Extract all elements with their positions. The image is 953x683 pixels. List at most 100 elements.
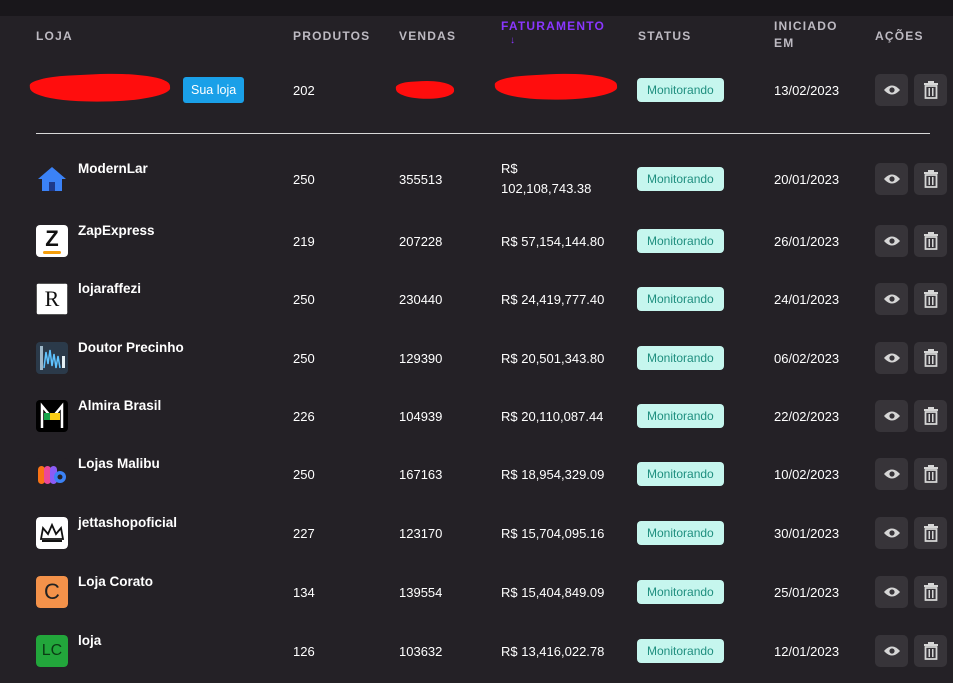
faturamento-cell: R$ 15,704,095.16 [501,511,604,555]
produtos-cell: 126 [293,643,315,659]
header-vendas[interactable]: VENDAS [399,28,456,45]
table-row: C Loja Corato 134 139554 R$ 15,404,849.09 Mon… [0,570,953,614]
delete-button[interactable] [914,225,947,257]
view-button[interactable] [875,517,908,549]
eye-icon [883,587,900,597]
view-button[interactable] [875,458,908,490]
your-store-badge: Sua loja [183,77,245,103]
store-name[interactable]: jettashopoficial [78,515,177,530]
view-button[interactable] [875,635,908,667]
redacted-faturamento [494,70,618,104]
header-faturamento[interactable]: FATURAMENTO ↓ [501,18,605,47]
trash-icon [923,232,938,250]
iniciado-cell: 22/02/2023 [774,408,840,424]
status-cell: Monitorando [637,570,724,614]
view-button[interactable] [875,225,908,257]
store-name[interactable]: lojaraffezi [78,281,141,296]
status-cell: Monitorando [637,452,724,496]
trash-icon [923,465,938,483]
vendas-cell: 207228 [399,233,443,249]
c-logo-text: C [44,579,60,604]
delete-button[interactable] [914,283,947,315]
own-iniciado: 13/02/2023 [774,82,840,98]
faturamento-value: R$ 20,110,087.44 [501,408,604,424]
iniciado-cell: 26/01/2023 [774,233,840,249]
faturamento-cell: R$ 20,110,087.44 [501,394,603,438]
header-loja[interactable]: LOJA [36,28,73,45]
z-logo-text: Z [45,225,59,251]
iniciado-cell: 12/01/2023 [774,643,840,659]
produtos-cell: 227 [293,525,315,541]
status-badge: Monitorando [637,346,724,370]
store-name[interactable]: loja [78,633,101,648]
malibu-logo [36,458,68,490]
store-name[interactable]: Doutor Precinho [78,340,184,355]
store-name[interactable]: Almira Brasil [78,398,161,413]
view-button[interactable] [875,342,908,374]
status-badge: Monitorando [637,462,724,486]
delete-button[interactable] [914,342,947,374]
own-store-row: Sua loja 202 Monitorando 13/02/2023 [0,68,953,112]
produtos-cell: 226 [293,408,315,424]
faturamento-cell: R$ 102,108,743.38 [501,157,591,201]
store-name[interactable]: ModernLar [78,161,148,176]
header-produtos[interactable]: PRODUTOS [293,28,370,45]
header-iniciado[interactable]: INICIADO EM [774,18,838,52]
top-bar [0,0,953,16]
header-status[interactable]: STATUS [638,28,691,45]
view-button[interactable] [875,400,908,432]
table-row: LC loja 126 103632 R$ 13,416,022.78 Monitoran… [0,629,953,673]
eye-icon [883,646,900,656]
divider [36,133,930,134]
header-faturamento-label: FATURAMENTO [501,19,606,33]
view-button[interactable] [875,74,908,106]
own-status-cell: Monitorando [637,68,724,112]
m-logo [36,400,68,432]
iniciado-cell: 20/01/2023 [774,171,840,187]
iniciado-cell: 30/01/2023 [774,525,840,541]
faturamento-cell: R$ 24,419,777.40 [501,277,604,321]
produtos-cell: 250 [293,350,315,366]
view-button[interactable] [875,283,908,315]
vendas-cell: 103632 [399,643,443,659]
r-logo: R [36,283,68,315]
delete-button[interactable] [914,458,947,490]
status-badge: Monitorando [637,167,724,191]
faturamento-cell: R$ 15,404,849.09 [501,570,604,614]
view-button[interactable] [875,576,908,608]
trash-icon [923,407,938,425]
faturamento-cell: R$ 18,954,329.09 [501,452,604,496]
status-cell: Monitorando [637,629,724,673]
delete-button[interactable] [914,517,947,549]
delete-button[interactable] [914,635,947,667]
delete-button[interactable] [914,400,947,432]
trash-icon [923,290,938,308]
delete-button[interactable] [914,74,947,106]
store-name[interactable]: Lojas Malibu [78,456,160,471]
vendas-cell: 167163 [399,466,443,482]
status-cell: Monitorando [637,336,724,380]
r-logo-text: R [44,286,60,311]
table-row: Rlojaraffezi 250 230440 R$ 24,419,777.40 Mon… [0,277,953,321]
table-row: Almira Brasil 226 104939 R$ 20,110,087.44 Mo… [0,394,953,438]
doutor-logo [36,342,68,374]
store-name[interactable]: ZapExpress [78,223,155,238]
lc-logo-text: LC [41,642,63,659]
z-logo: Z [36,225,68,257]
status-badge: Monitorando [637,287,724,311]
faturamento-cell: R$ 20,501,343.80 [501,336,604,380]
status-cell: Monitorando [637,157,724,201]
faturamento-value: R$ 15,704,095.16 [501,525,605,541]
view-button[interactable] [875,163,908,195]
produtos-cell: 134 [293,584,315,600]
produtos-cell: 250 [293,291,315,307]
delete-button[interactable] [914,163,947,195]
table-row: Lojas Malibu 250 167163 R$ 18,954,329.09 Mon… [0,452,953,496]
delete-button[interactable] [914,576,947,608]
faturamento-cell: R$ 13,416,022.78 [501,629,604,673]
table-row: Z ZapExpress 219 207228 R$ 57,154,144.80 Moni… [0,219,953,263]
store-name[interactable]: Loja Corato [78,574,153,589]
eye-icon [883,411,900,421]
iniciado-cell: 06/02/2023 [774,350,840,366]
table-row: ModernLar 250 355513 R$ 102,108,743.38 Monito… [0,157,953,201]
